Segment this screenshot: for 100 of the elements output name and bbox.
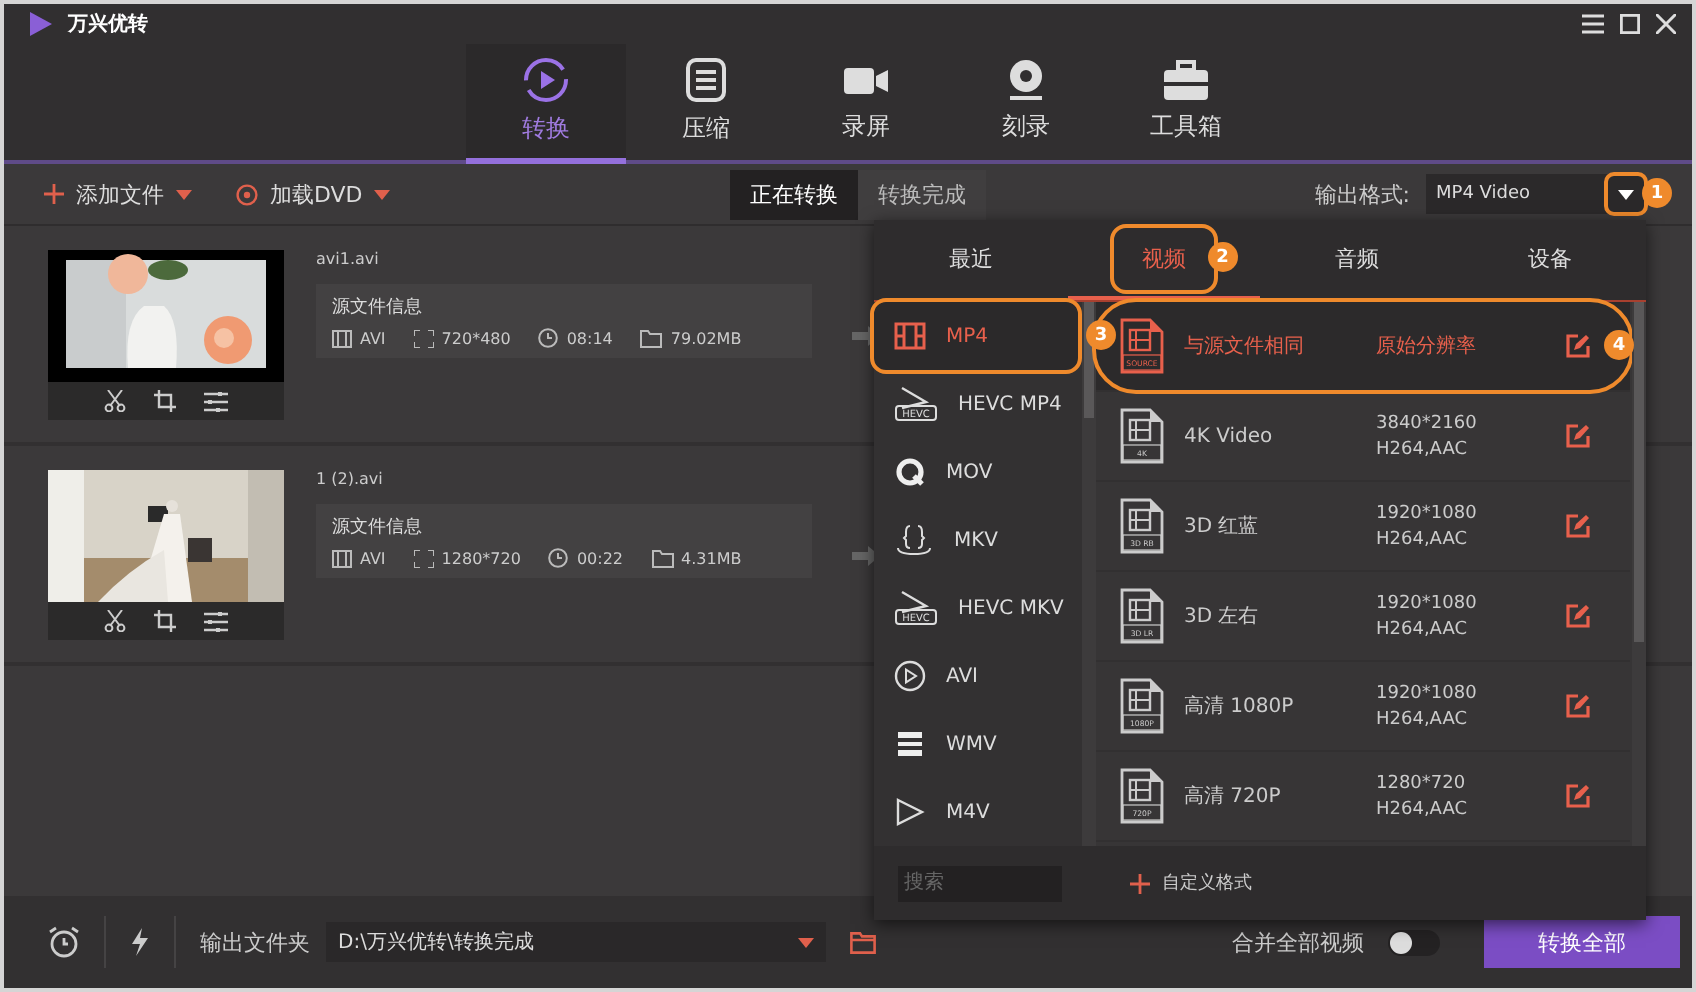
format-tab[interactable]: 设备 (1499, 227, 1600, 289)
size-text: 79.02MB (670, 329, 742, 347)
edit-icon[interactable] (1566, 694, 1590, 718)
clock-icon (538, 328, 559, 348)
caret-icon (176, 189, 192, 199)
size-text: 4.31MB (681, 549, 742, 567)
file-name: avi1.avi (316, 250, 381, 268)
resize-icon (413, 329, 434, 347)
output-format-label: 输出格式: (1314, 179, 1410, 209)
menu-icon[interactable] (1582, 14, 1604, 34)
nav-tab[interactable]: 转换 (466, 44, 626, 164)
nav-tab[interactable]: 工具箱 (1106, 44, 1266, 164)
caret-icon (798, 937, 814, 947)
resolution-text: 720*480 (441, 329, 511, 347)
alarm-clock-icon[interactable] (48, 926, 80, 958)
output-folder-label: 输出文件夹 (200, 927, 310, 957)
preset-detail: H264,AAC (1376, 799, 1469, 819)
output-format-select[interactable]: MP4 Video (1426, 174, 1608, 214)
list-icon (684, 56, 728, 104)
plus-icon (44, 184, 64, 204)
scissors-icon[interactable] (104, 390, 126, 412)
scissors-icon[interactable] (104, 610, 126, 632)
q-icon (894, 456, 926, 488)
nav-tab[interactable]: 录屏 (786, 44, 946, 164)
clock-icon (548, 548, 569, 568)
caret-icon (1618, 189, 1634, 199)
play-logo-icon (28, 12, 52, 36)
callout-badge: 2 (1207, 242, 1238, 272)
preset-name: 与源文件相同 (1184, 333, 1306, 360)
nav-tab[interactable]: 压缩 (626, 44, 786, 164)
status-tab[interactable]: 转换完成 (858, 169, 986, 219)
format-category[interactable]: M4V (874, 778, 1078, 846)
format-category[interactable]: MOV (874, 438, 1078, 506)
film-icon (332, 329, 352, 347)
play-triangle-icon (894, 798, 926, 826)
edit-icon[interactable] (1566, 514, 1590, 538)
duration-text: 08:14 (566, 329, 613, 347)
play-circle-icon (894, 660, 926, 692)
resolution-text: 1280*720 (441, 549, 521, 567)
edit-icon[interactable] (1566, 334, 1590, 358)
format-text: AVI (360, 549, 386, 567)
preset-name: 3D 红蓝 (1184, 513, 1261, 540)
info-title: 源文件信息 (332, 515, 424, 540)
sliders-icon[interactable] (204, 611, 228, 631)
preset-detail: 1280*720 (1376, 773, 1468, 793)
preset-detail: H264,AAC (1376, 709, 1469, 729)
edit-icon[interactable] (1566, 784, 1590, 808)
format-category[interactable]: AVI (874, 642, 1078, 710)
convert-all-button[interactable]: 转换全部 (1484, 916, 1680, 968)
scrollbar[interactable] (1082, 302, 1096, 846)
resize-icon (413, 549, 434, 567)
disc-icon (1004, 58, 1048, 102)
disc-icon (236, 183, 258, 205)
format-text: AVI (360, 329, 386, 347)
app-title: 万兴优转 (68, 11, 148, 38)
close-icon[interactable] (1656, 14, 1676, 34)
preset-detail: 原始分辨率 (1376, 333, 1478, 360)
duration-text: 00:22 (576, 549, 623, 567)
format-category[interactable]: MKV (874, 506, 1078, 574)
callout-badge: 1 (1642, 178, 1672, 208)
merge-videos-label: 合并全部视频 (1232, 927, 1364, 957)
braces-icon (894, 524, 934, 556)
plus-icon (1130, 873, 1150, 893)
preset-detail: 3840*2160 (1376, 413, 1479, 433)
preset-detail: 1920*1080 (1376, 593, 1479, 613)
maximize-icon[interactable] (1620, 14, 1640, 34)
preset-name: 高清 720P (1184, 783, 1283, 810)
format-category[interactable]: MP4 (874, 302, 1078, 370)
edit-icon[interactable] (1566, 604, 1590, 628)
add-file-button[interactable]: 添加文件 (44, 179, 192, 209)
scrollbar[interactable] (1632, 302, 1646, 846)
folder-icon[interactable] (850, 931, 876, 953)
caret-icon (374, 189, 391, 199)
sliders-icon[interactable] (204, 391, 228, 411)
preset-name: 高清 1080P (1184, 693, 1296, 720)
lightning-icon[interactable] (130, 928, 150, 956)
format-tab[interactable]: 音频 (1306, 227, 1407, 289)
format-tab[interactable]: 最近 (920, 227, 1021, 289)
search-field[interactable]: 搜索 (898, 865, 1062, 901)
output-folder-field[interactable]: D:\万兴优转\转换完成 (326, 922, 826, 962)
nav-tab[interactable]: 刻录 (946, 44, 1106, 164)
custom-format-button[interactable]: 自定义格式 (1130, 870, 1252, 896)
clapperboard-icon (894, 728, 926, 760)
crop-icon[interactable] (154, 390, 176, 412)
load-dvd-button[interactable]: 加载DVD (236, 179, 391, 209)
dropdown-button[interactable] (1608, 176, 1644, 212)
crop-icon[interactable] (154, 610, 176, 632)
folder-icon (651, 549, 673, 567)
file-name: 1 (2).avi (316, 470, 385, 488)
preset-detail: H264,AAC (1376, 439, 1469, 459)
edit-icon[interactable] (1566, 424, 1590, 448)
preset-name: 4K Video (1184, 425, 1275, 447)
preset-detail: 1920*1080 (1376, 683, 1479, 703)
status-tab[interactable]: 正在转换 (730, 169, 858, 219)
callout-badge: 4 (1604, 330, 1634, 360)
merge-toggle[interactable] (1388, 929, 1440, 955)
format-category[interactable]: WMV (874, 710, 1078, 778)
folder-icon (640, 329, 663, 347)
play-circle-icon (522, 56, 570, 104)
preset-detail: 1920*1080 (1376, 503, 1479, 523)
